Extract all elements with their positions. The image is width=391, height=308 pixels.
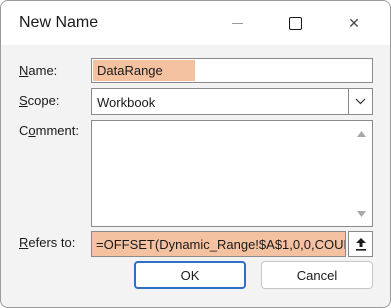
scope-label: Scope:: [19, 93, 60, 108]
refers-to-label: Refers to:: [19, 235, 76, 250]
refers-to-input[interactable]: =OFFSET(Dynamic_Range!$A$1,0,0,COUNT: [91, 231, 346, 257]
refers-to-value: =OFFSET(Dynamic_Range!$A$1,0,0,COUNT: [96, 237, 346, 252]
dialog-title: New Name: [19, 14, 99, 31]
collapse-dialog-button[interactable]: [348, 231, 373, 257]
title-bar[interactable]: New Name ✕: [1, 1, 390, 45]
minimize-icon: [215, 7, 259, 39]
new-name-dialog: New Name ✕ Name: DataRange Scope: Workbo…: [0, 0, 391, 308]
ok-button[interactable]: OK: [134, 261, 246, 289]
maximize-button[interactable]: [273, 7, 317, 39]
name-value: DataRange: [97, 63, 163, 78]
cancel-button[interactable]: Cancel: [261, 261, 373, 289]
scope-value: Workbook: [97, 95, 156, 110]
comment-textarea[interactable]: [91, 120, 373, 227]
close-icon: ✕: [348, 14, 360, 31]
scroll-up-icon[interactable]: [357, 129, 366, 138]
scope-select[interactable]: Workbook: [91, 88, 373, 115]
maximize-icon: [288, 16, 302, 30]
chevron-down-icon: [355, 98, 366, 105]
name-label: Name:: [19, 63, 58, 78]
name-input[interactable]: DataRange: [91, 58, 373, 83]
comment-label: Comment:: [19, 123, 79, 138]
upload-arrow-icon: [355, 237, 366, 251]
scope-dropdown-button[interactable]: [348, 89, 372, 114]
scroll-down-icon[interactable]: [357, 209, 366, 218]
close-button[interactable]: ✕: [332, 7, 376, 39]
